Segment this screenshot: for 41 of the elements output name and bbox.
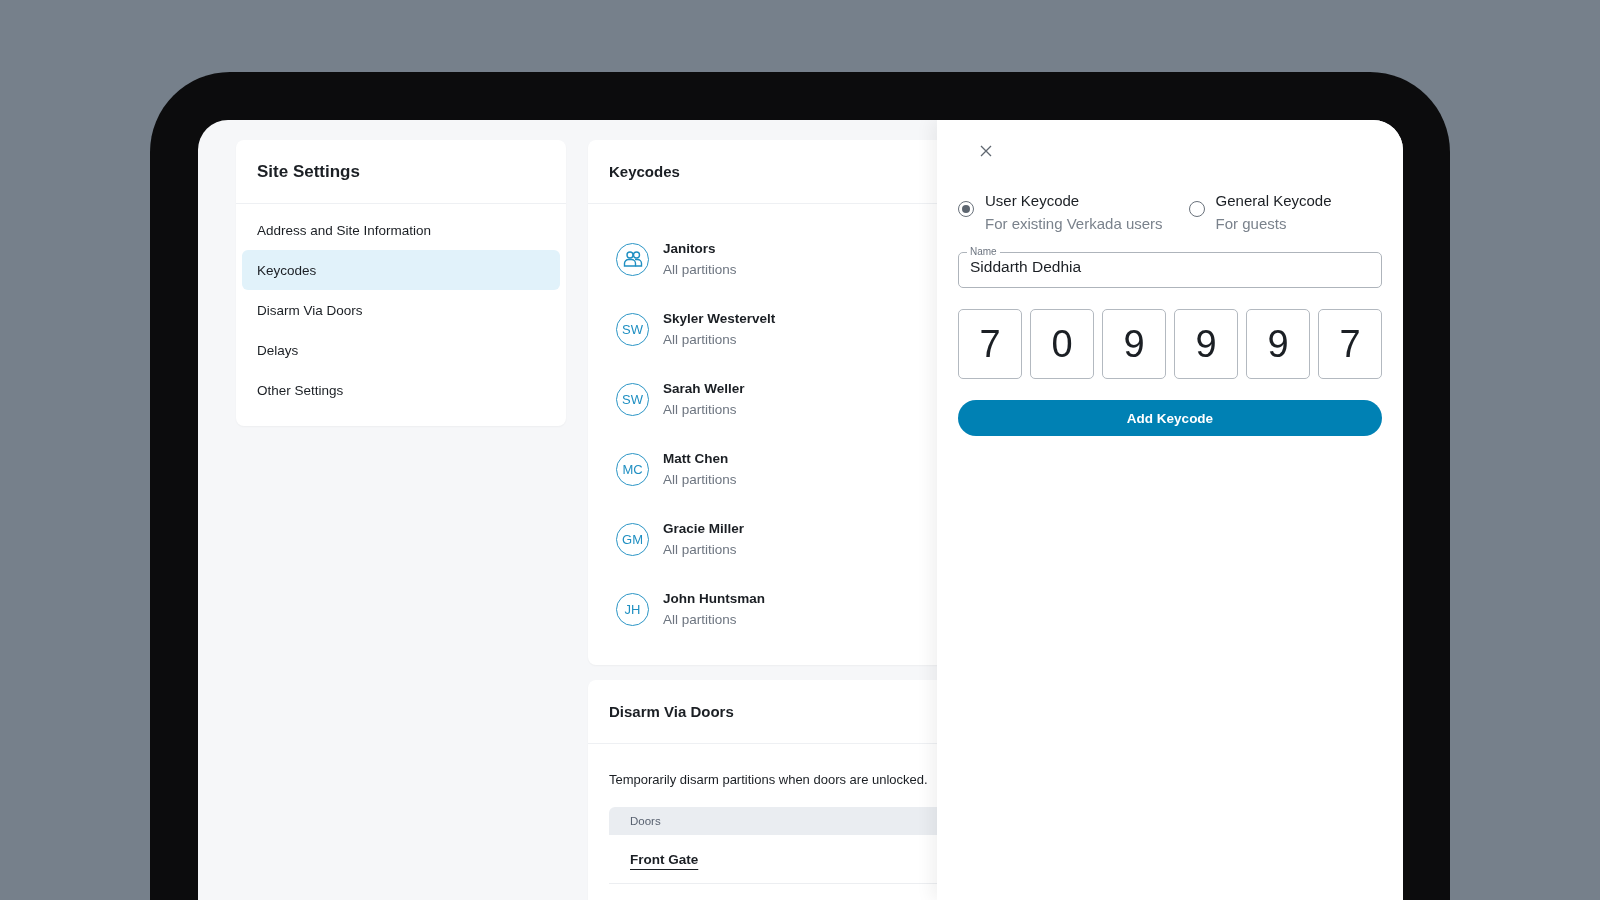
door-link[interactable]: Front Gate xyxy=(630,851,699,867)
user-avatar: SW xyxy=(616,312,649,346)
user-name: Sarah Weller xyxy=(663,381,745,396)
user-name: Gracie Miller xyxy=(663,521,745,536)
card-description: Temporarily disarm partitions when doors are unlocked. xyxy=(608,771,929,789)
user-avatar: JH xyxy=(616,592,649,626)
user-name: Matt Chen xyxy=(663,451,730,466)
user-avatar: MC xyxy=(616,452,649,486)
card-title: Site Settings xyxy=(257,161,360,182)
nav-item[interactable]: Address and Site Information xyxy=(242,210,560,250)
option-label: General Keycode xyxy=(1215,192,1332,209)
user-partitions: All partitions xyxy=(663,402,738,417)
user-partitions: All partitions xyxy=(663,542,738,557)
option-label: User Keycode xyxy=(985,192,1081,209)
user-name: Skyler Westervelt xyxy=(663,311,776,326)
user-name: John Huntsman xyxy=(663,591,765,606)
option-description: For existing Verkada users xyxy=(985,215,1163,232)
user-partitions: All partitions xyxy=(663,332,738,347)
code-digit-field[interactable]: 9 xyxy=(1102,309,1166,379)
people-icon xyxy=(622,250,643,268)
nav-item[interactable]: Delays xyxy=(242,330,560,370)
user-avatar: GM xyxy=(616,522,649,556)
field-label: Name xyxy=(969,246,998,258)
option-description: For guests xyxy=(1215,215,1288,232)
code-digit-field[interactable]: 7 xyxy=(1318,309,1382,379)
user-avatar: SW xyxy=(616,382,649,416)
name-field[interactable]: Name Siddarth Dedhia xyxy=(958,246,1382,288)
user-name: Janitors xyxy=(663,241,717,256)
user-partitions: All partitions xyxy=(663,262,737,277)
add-keycode-button[interactable]: Add Keycode xyxy=(958,400,1382,436)
code-digit-field[interactable]: 9 xyxy=(1174,309,1238,379)
card-title: Keycodes xyxy=(609,163,680,180)
nav-item[interactable]: Disarm Via Doors xyxy=(242,290,560,330)
nav-item[interactable]: Other Settings xyxy=(242,370,560,410)
user-partitions: All partitions xyxy=(663,472,737,487)
code-digit-field[interactable]: 9 xyxy=(1246,309,1310,379)
nav-item[interactable]: Keycodes xyxy=(242,250,560,290)
user-partitions: All partitions xyxy=(663,612,738,627)
code-digit-field[interactable]: 0 xyxy=(1030,309,1094,379)
card-title: Disarm Via Doors xyxy=(609,703,734,720)
code-digit-field[interactable]: 7 xyxy=(958,309,1022,379)
